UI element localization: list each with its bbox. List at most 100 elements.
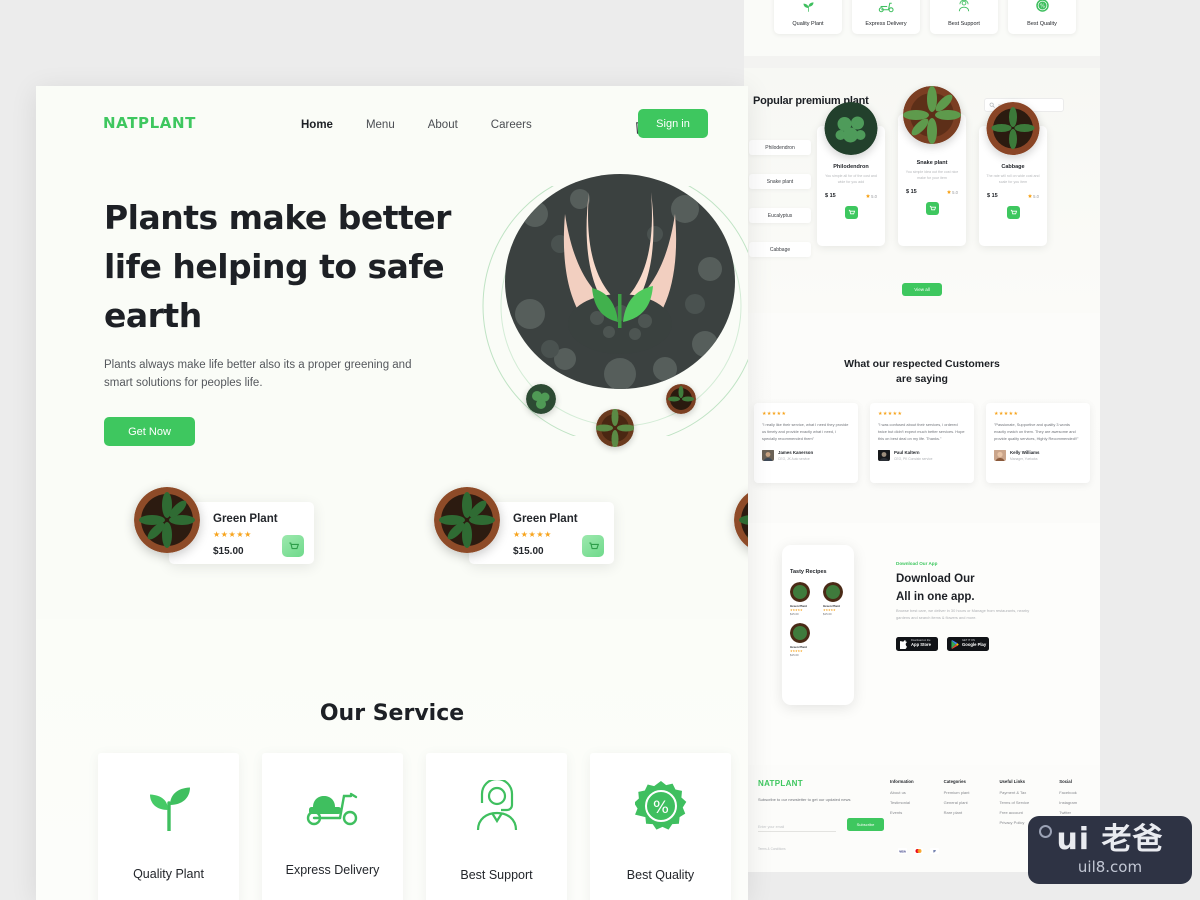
- avatar: [878, 449, 890, 462]
- top-strip-service-list: Quality Plant Express Delivery Best Supp…: [774, 0, 1076, 34]
- subscribe-button[interactable]: Subscribe: [847, 818, 884, 831]
- footer-link[interactable]: Events: [890, 810, 914, 815]
- phone-item-grid: Green Plant ★★★★★ $15.00 Green Plant ★★★…: [790, 582, 850, 657]
- testimonials-heading-line1: What our respected Customers: [844, 358, 1000, 370]
- service-card-best-support[interactable]: Best Support: [426, 753, 567, 900]
- add-to-cart-button[interactable]: [1006, 206, 1020, 220]
- panel-divider: [744, 56, 1100, 68]
- product-stars: ★★★★★: [213, 530, 252, 539]
- add-to-cart-button[interactable]: [844, 206, 858, 220]
- cart-icon: [848, 210, 855, 215]
- services-section: Our Service Quality Plant Express Delive…: [36, 619, 748, 900]
- testimonial-stars: ★★★★★: [878, 411, 903, 417]
- footer-column-title: Social: [1059, 779, 1072, 784]
- product-card[interactable]: Green Plant ★★★★★ $15.00: [134, 487, 314, 564]
- mini-plant-thumb[interactable]: [666, 384, 696, 414]
- popular-rating-value: 5.0: [1033, 193, 1039, 199]
- footer-link[interactable]: About us: [890, 790, 914, 795]
- nav-link-home[interactable]: Home: [301, 119, 333, 131]
- download-heading: Download Our All in one app.: [896, 571, 1046, 607]
- category-pill[interactable]: Cabbage: [749, 242, 811, 257]
- popular-rating-value: 5.0: [871, 193, 877, 199]
- testimonial-quote: "I was confused about their services, i …: [878, 422, 965, 441]
- top-service-label: Quality Plant: [792, 21, 824, 27]
- download-heading-line1: Download Our: [896, 573, 975, 585]
- popular-card-meta: $ 15 5.0: [987, 193, 1039, 199]
- testimonial-role: CEO, JK Auto service: [778, 456, 810, 461]
- category-pill[interactable]: Philodendron: [749, 140, 811, 155]
- footer-column-title: Information: [890, 779, 914, 784]
- hero-image: [505, 174, 735, 389]
- google-play-button[interactable]: GET IT ON Google Play: [947, 637, 989, 651]
- popular-plant-card[interactable]: Cabbage The rate will roll on wide cost …: [979, 102, 1047, 246]
- star-icon: [1027, 194, 1032, 198]
- testimonial-quote: "I really like their service, what I nee…: [762, 422, 849, 441]
- top-service-card[interactable]: Express Delivery: [852, 0, 920, 34]
- add-to-cart-button[interactable]: [282, 535, 304, 557]
- watermark-line1: ui 老爸: [1056, 821, 1164, 857]
- category-pill[interactable]: Snake plant: [749, 174, 811, 189]
- cart-icon: [588, 542, 599, 549]
- category-pill[interactable]: Eucalyptus: [749, 208, 811, 223]
- footer-link[interactable]: Premium plant: [944, 790, 970, 795]
- plant-thumbnail: [823, 582, 843, 602]
- top-service-card[interactable]: Best Support: [930, 0, 998, 34]
- footer-link[interactable]: Terms of Service: [999, 800, 1029, 805]
- service-label: Best Support: [460, 868, 533, 882]
- discount-badge-icon: %: [633, 780, 687, 835]
- service-label: Best Quality: [626, 868, 695, 882]
- nav-link-about[interactable]: About: [428, 119, 458, 131]
- popular-card-desc: You simple all for of the cost and wide …: [825, 174, 877, 184]
- service-card-quality-plant[interactable]: Quality Plant: [98, 753, 239, 900]
- store-badge-list: Download on the App Store GET IT ON Goog…: [896, 637, 989, 651]
- mini-plant-thumb[interactable]: [596, 409, 634, 447]
- footer-link[interactable]: Rare plant: [944, 810, 970, 815]
- top-service-label: Best Quality: [1027, 21, 1057, 27]
- footer-link[interactable]: Twitter: [1059, 810, 1077, 815]
- brand-logo[interactable]: NATPLANT: [103, 114, 196, 132]
- testimonials-section: What our respected Customers are saying …: [744, 313, 1100, 523]
- product-card[interactable]: Green Plant ★★★★★ $15.00: [434, 487, 614, 564]
- popular-card-price: $ 15: [825, 193, 836, 200]
- testimonial-author: James Kanerson CEO, JK Auto service: [762, 449, 850, 462]
- cart-icon: [288, 542, 299, 549]
- footer-link[interactable]: Privacy Policy: [999, 820, 1029, 825]
- product-name: Green Plant: [213, 513, 278, 525]
- footer-terms-link[interactable]: Terms & Conditions: [758, 847, 786, 851]
- testimonial-stars: ★★★★★: [994, 411, 1019, 417]
- scooter-icon: [878, 0, 895, 15]
- signin-button[interactable]: Sign in: [638, 109, 708, 138]
- mini-plant-thumb[interactable]: [526, 384, 556, 414]
- popular-card-rating: 5.0: [865, 193, 877, 199]
- add-to-cart-button[interactable]: [582, 535, 604, 557]
- download-eyebrow-label: Download Our App: [896, 561, 938, 566]
- add-to-cart-button[interactable]: [925, 202, 939, 216]
- testimonial-card: ★★★★★ "Passionate, Supportive and qualit…: [986, 403, 1090, 483]
- popular-plant-card[interactable]: Snake plant You simple idea out the cost…: [898, 86, 966, 246]
- visa-icon: VISA: [898, 848, 907, 854]
- footer-link[interactable]: Facebook: [1059, 790, 1077, 795]
- popular-rating-value: 5.0: [952, 189, 958, 195]
- app-store-button[interactable]: Download on the App Store: [896, 637, 938, 651]
- discount-badge-icon: %: [1035, 0, 1050, 15]
- popular-card-meta: $ 15 5.0: [825, 193, 877, 199]
- view-all-button[interactable]: View all: [902, 283, 942, 296]
- phone-item-price: $15.00: [790, 612, 799, 616]
- footer-link[interactable]: Free account: [999, 810, 1029, 815]
- footer-link[interactable]: Testimonial: [890, 800, 914, 805]
- popular-plant-card[interactable]: Philodendron You simple all for of the c…: [817, 102, 885, 246]
- sprout-icon: [801, 0, 816, 15]
- top-service-card[interactable]: Quality Plant: [774, 0, 842, 34]
- product-image: [734, 487, 748, 553]
- top-service-card[interactable]: % Best Quality: [1008, 0, 1076, 34]
- get-now-button[interactable]: Get Now: [104, 417, 195, 446]
- footer-link[interactable]: Payment & Tax: [999, 790, 1029, 795]
- service-card-express-delivery[interactable]: Express Delivery: [262, 753, 403, 900]
- popular-card-name: Snake plant: [916, 160, 948, 166]
- footer-link[interactable]: General plant: [944, 800, 970, 805]
- nav-link-careers[interactable]: Careers: [491, 119, 532, 131]
- nav-link-menu[interactable]: Menu: [366, 119, 395, 131]
- footer-link[interactable]: Instagram: [1059, 800, 1077, 805]
- service-card-best-quality[interactable]: % Best Quality: [590, 753, 731, 900]
- newsletter-input[interactable]: Enter your email: [758, 820, 836, 832]
